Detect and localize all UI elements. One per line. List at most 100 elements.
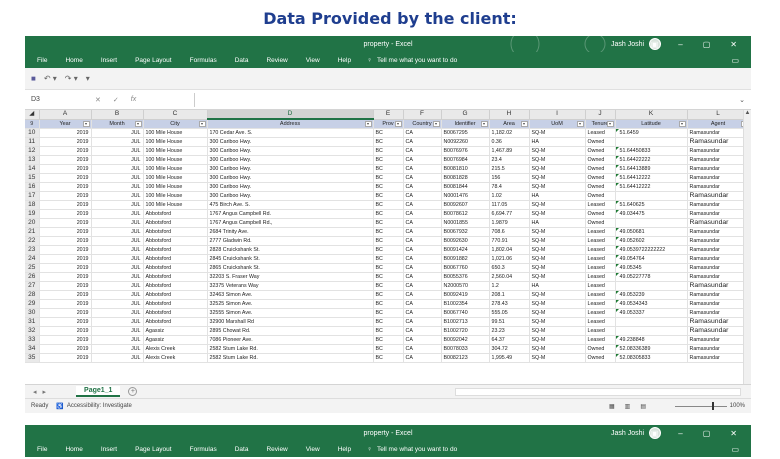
cell-city[interactable]: Agassiz <box>143 335 208 345</box>
cell-tenure[interactable]: Leased <box>585 263 616 273</box>
zoom-level[interactable]: 100% <box>730 403 745 409</box>
header-latitude[interactable]: Latitude ▾ <box>615 119 688 129</box>
cell-city[interactable]: 100 Mile House <box>143 191 208 201</box>
row-number[interactable]: 35 <box>25 353 40 363</box>
expand-formula-bar-icon[interactable]: ⌄ <box>739 96 745 104</box>
tab-data[interactable]: Data <box>235 446 249 453</box>
cell-prov[interactable]: BC <box>373 182 404 192</box>
cell-tenure[interactable]: Leased <box>585 335 616 345</box>
cell-month[interactable]: JUL <box>91 317 144 327</box>
cell-area[interactable]: 156 <box>489 173 530 183</box>
cell-prov[interactable]: BC <box>373 209 404 219</box>
cell-month[interactable]: JUL <box>91 191 144 201</box>
column-header[interactable]: I <box>529 110 586 120</box>
cell-country[interactable]: CA <box>403 245 442 255</box>
cell-city[interactable]: Alexis Creek <box>143 353 208 363</box>
row-number[interactable]: 27 <box>25 281 40 291</box>
cell-year[interactable]: 2019 <box>39 137 92 147</box>
cell-area[interactable]: 78.4 <box>489 182 530 192</box>
cell-agent[interactable]: Ramasundar <box>687 263 750 273</box>
cell-tenure[interactable]: Leased <box>585 299 616 309</box>
cell-tenure[interactable]: Leased <box>585 290 616 300</box>
cell-month[interactable]: JUL <box>91 344 144 354</box>
cell-agent[interactable]: Ramasundar <box>687 218 750 228</box>
cell-year[interactable]: 2019 <box>39 290 92 300</box>
cell-country[interactable]: CA <box>403 182 442 192</box>
cell-city[interactable]: Abbotsford <box>143 236 208 246</box>
cell-uom[interactable]: SQ-M <box>529 209 586 219</box>
cell-identifier[interactable]: B0092042 <box>441 335 490 345</box>
cell-tenure[interactable]: Owned <box>585 191 616 201</box>
cell-country[interactable]: CA <box>403 317 442 327</box>
cell-year[interactable]: 2019 <box>39 227 92 237</box>
cell-country[interactable]: CA <box>403 344 442 354</box>
tab-review[interactable]: Review <box>266 57 287 64</box>
column-header[interactable]: G <box>441 110 490 120</box>
cell-uom[interactable]: SQ-M <box>529 317 586 327</box>
tab-home[interactable]: Home <box>65 57 82 64</box>
cell-tenure[interactable]: Owned <box>585 344 616 354</box>
name-box[interactable]: D3 <box>25 96 85 103</box>
row-number[interactable]: 29 <box>25 299 40 309</box>
cell-year[interactable]: 2019 <box>39 317 92 327</box>
cell-city[interactable]: Abbotsford <box>143 308 208 318</box>
row-number[interactable]: 31 <box>25 317 40 327</box>
cell-area[interactable]: 2,560.04 <box>489 272 530 282</box>
scroll-tabs-left-icon[interactable]: ◂ <box>33 388 37 396</box>
tab-page-layout[interactable]: Page Layout <box>135 446 172 453</box>
cell-agent[interactable]: Ramasundar <box>687 200 750 210</box>
column-header[interactable]: B <box>91 110 144 120</box>
cell-city[interactable]: Abbotsford <box>143 254 208 264</box>
cell-latitude[interactable] <box>615 191 688 201</box>
cell-year[interactable]: 2019 <box>39 299 92 309</box>
cell-tenure[interactable]: Owned <box>585 137 616 147</box>
filter-dropdown-icon[interactable]: ▾ <box>394 120 402 127</box>
cell-area[interactable]: 0.36 <box>489 137 530 147</box>
cell-latitude[interactable]: 49.0539722222222 <box>615 245 688 255</box>
undo-icon[interactable]: ↶ ▾ <box>44 74 57 83</box>
cell-city[interactable]: Abbotsford <box>143 263 208 273</box>
cell-address[interactable]: 2865 Cruickshank St. <box>207 263 374 273</box>
cell-identifier[interactable]: N0001476 <box>441 191 490 201</box>
cell-agent[interactable]: Ramasundar <box>687 173 750 183</box>
cell-prov[interactable]: BC <box>373 173 404 183</box>
tab-view[interactable]: View <box>306 57 320 64</box>
cell-address[interactable]: 7086 Pioneer Ave. <box>207 335 374 345</box>
cell-month[interactable]: JUL <box>91 308 144 318</box>
cell-uom[interactable]: SQ-M <box>529 344 586 354</box>
cell-year[interactable]: 2019 <box>39 218 92 228</box>
filter-dropdown-icon[interactable]: ▾ <box>198 120 206 127</box>
restore-icon[interactable]: ▢ <box>703 429 711 438</box>
cell-area[interactable]: 770.91 <box>489 236 530 246</box>
cell-city[interactable]: Abbotsford <box>143 209 208 219</box>
cell-latitude[interactable]: 51.64412222 <box>615 182 688 192</box>
cell-uom[interactable]: SQ-M <box>529 182 586 192</box>
cell-latitude[interactable]: 51.6459 <box>615 128 688 138</box>
row-number[interactable]: 28 <box>25 290 40 300</box>
cell-month[interactable]: JUL <box>91 299 144 309</box>
cell-identifier[interactable]: B1002720 <box>441 326 490 336</box>
cell-prov[interactable]: BC <box>373 344 404 354</box>
horizontal-scrollbar[interactable] <box>455 388 741 396</box>
cell-tenure[interactable]: Leased <box>585 281 616 291</box>
filter-dropdown-icon[interactable]: ▾ <box>576 120 584 127</box>
cell-prov[interactable]: BC <box>373 353 404 363</box>
cell-latitude[interactable] <box>615 317 688 327</box>
column-header[interactable]: A <box>39 110 92 120</box>
cell-address[interactable]: 300 Cariboo Hwy. <box>207 146 374 156</box>
cell-prov[interactable]: BC <box>373 191 404 201</box>
tab-view[interactable]: View <box>306 446 320 453</box>
row-number[interactable]: 19 <box>25 209 40 219</box>
cell-uom[interactable]: SQ-M <box>529 299 586 309</box>
cell-prov[interactable]: BC <box>373 254 404 264</box>
tell-me-box[interactable]: ♀ Tell me what you want to do <box>367 446 457 453</box>
cell-latitude[interactable] <box>615 281 688 291</box>
ribbon-display-icon[interactable]: ▣ <box>651 40 659 49</box>
cell-address[interactable]: 2684 Trinity Ave. <box>207 227 374 237</box>
row-number[interactable]: 13 <box>25 155 40 165</box>
cell-area[interactable]: 555.05 <box>489 308 530 318</box>
cell-latitude[interactable]: 49.053239 <box>615 290 688 300</box>
cell-address[interactable]: 300 Cariboo Hwy. <box>207 164 374 174</box>
cell-identifier[interactable]: B0092419 <box>441 290 490 300</box>
filter-dropdown-icon[interactable]: ▾ <box>480 120 488 127</box>
